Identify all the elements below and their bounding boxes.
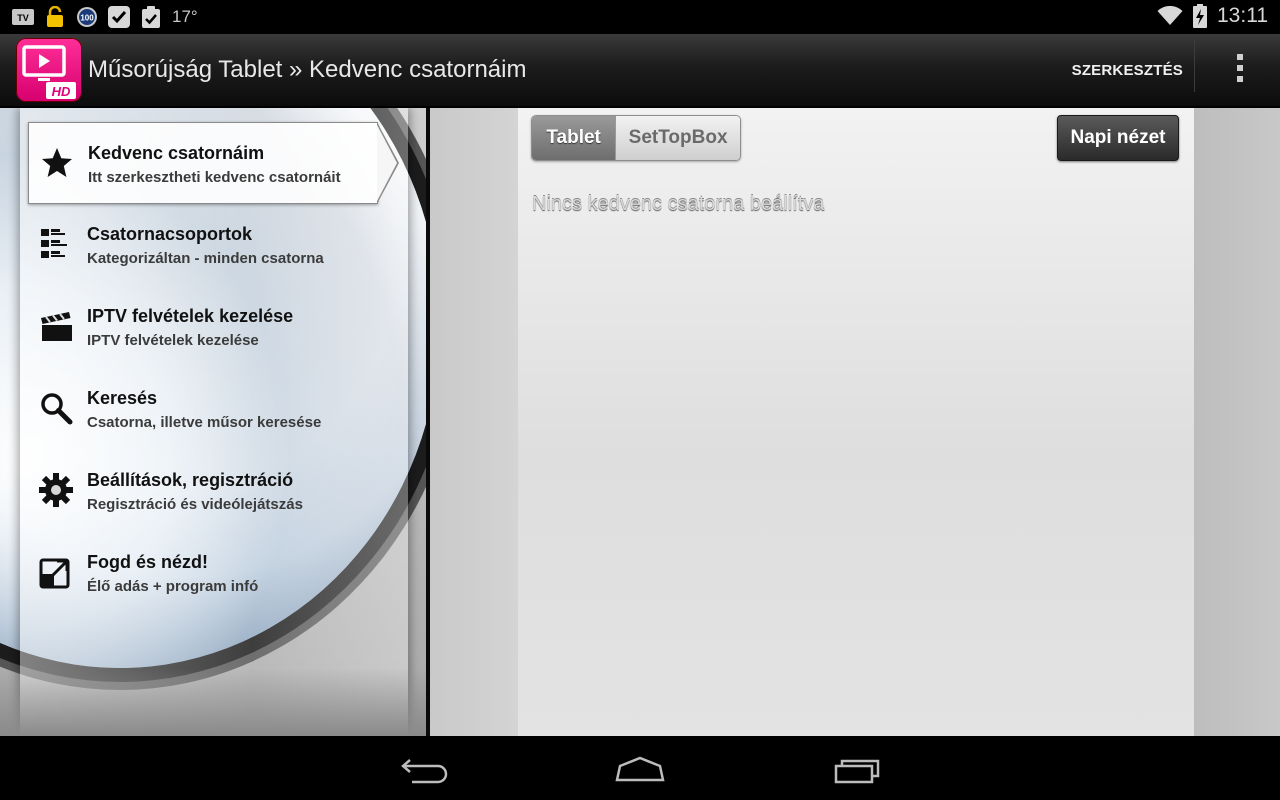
- tv-play-icon: HD: [22, 45, 76, 99]
- search-icon: [38, 390, 74, 426]
- sidebar-item-subtitle: Kategorizáltan - minden csatorna: [87, 250, 324, 267]
- app-logo[interactable]: HD: [16, 38, 82, 102]
- empty-state-message: Nincs kedvenc csatorna beállítva: [532, 193, 825, 215]
- sidebar-item-channel-groups[interactable]: Csatornacsoportok Kategorizáltan - minde…: [28, 204, 398, 286]
- sidebar-item-search[interactable]: Keresés Csatorna, illetve műsor keresése: [28, 368, 398, 450]
- main-right-margin: [1194, 108, 1280, 736]
- sidebar-item-subtitle: Itt szerkesztheti kedvenc csatornáit: [88, 169, 341, 186]
- sidebar-item-title: Fogd és nézd!: [87, 552, 208, 572]
- status-bar-left: TV 100 17°: [12, 6, 198, 28]
- action-bar: HD Műsorújság Tablet » Kedvenc csatornái…: [0, 34, 1280, 108]
- overflow-menu-icon[interactable]: [1230, 54, 1250, 86]
- gear-icon: [38, 472, 74, 508]
- clock: 13:11: [1217, 4, 1268, 27]
- recent-apps-icon[interactable]: [830, 752, 886, 788]
- system-navigation-bar: [0, 736, 1280, 800]
- status-bar: TV 100 17° 13:11: [0, 0, 1280, 34]
- temperature: 17°: [172, 7, 198, 26]
- device-segmented-control: Tablet SetTopBox: [531, 115, 741, 161]
- star-icon: [39, 145, 75, 181]
- sidebar-item-title: IPTV felvételek kezelése: [87, 306, 294, 326]
- tab-tablet[interactable]: Tablet: [532, 116, 616, 160]
- external-link-icon: [38, 554, 74, 590]
- back-icon[interactable]: [396, 752, 452, 788]
- unlock-icon: [44, 6, 66, 28]
- checkmark-icon: [108, 6, 130, 28]
- sidebar-item-title: Beállítások, regisztráció: [87, 470, 294, 490]
- sidebar-item-grab-and-watch[interactable]: Fogd és nézd! Élő adás + program infó: [28, 532, 398, 614]
- sidebar-item-title: Keresés: [87, 388, 158, 408]
- sidebar-item-subtitle: Csatorna, illetve műsor keresése: [87, 414, 322, 431]
- sidebar-bottom-shade: [0, 668, 426, 736]
- main-left-margin: [430, 108, 518, 736]
- battery-charging-icon: [1193, 4, 1207, 28]
- sidebar-item-iptv-recordings[interactable]: IPTV felvételek kezelése IPTV felvételek…: [28, 286, 398, 368]
- home-icon[interactable]: [612, 752, 668, 788]
- badge-100-icon: 100: [76, 6, 98, 28]
- page-title: Műsorújság Tablet » Kedvenc csatornáim: [88, 56, 527, 83]
- channel-list-icon: [38, 226, 74, 262]
- sidebar-item-title: Kedvenc csatornáim: [88, 143, 265, 163]
- sidebar-menu: Kedvenc csatornáim Itt szerkesztheti ked…: [28, 122, 399, 614]
- tv-icon-text: TV: [17, 13, 29, 23]
- sidebar-item-title: Csatornacsoportok: [87, 224, 253, 244]
- sidebar-item-subtitle: IPTV felvételek kezelése: [87, 332, 259, 349]
- clipboard-check-icon: [140, 6, 162, 28]
- sidebar-item-subtitle: Élő adás + program infó: [87, 578, 259, 595]
- badge-100-text: 100: [80, 14, 94, 23]
- sidebar-item-subtitle: Regisztráció és videólejátszás: [87, 496, 303, 513]
- daily-view-button[interactable]: Napi nézet: [1057, 115, 1179, 161]
- tab-settopbox[interactable]: SetTopBox: [615, 116, 740, 160]
- wifi-icon: [1157, 5, 1183, 27]
- sidebar-item-favorites[interactable]: Kedvenc csatornáim Itt szerkesztheti ked…: [28, 122, 399, 204]
- content-area: Kedvenc csatornáim Itt szerkesztheti ked…: [0, 108, 1280, 736]
- edit-button[interactable]: SZERKESZTÉS: [1072, 62, 1183, 79]
- sidebar: Kedvenc csatornáim Itt szerkesztheti ked…: [0, 108, 426, 736]
- sidebar-item-settings[interactable]: Beállítások, regisztráció Regisztráció é…: [28, 450, 398, 532]
- logo-hd-text: HD: [52, 84, 71, 99]
- status-bar-right: 13:11: [1157, 4, 1268, 28]
- tv-icon: TV: [12, 6, 34, 28]
- clapperboard-icon: [38, 308, 74, 344]
- action-bar-divider: [1194, 40, 1195, 92]
